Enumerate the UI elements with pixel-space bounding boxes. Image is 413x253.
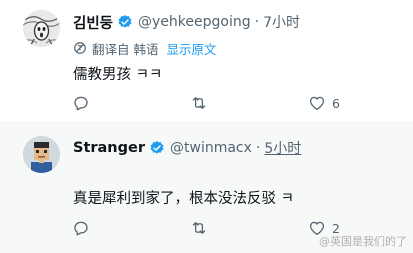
- show-original-link[interactable]: 显示原文: [167, 39, 217, 58]
- separator: ·: [254, 14, 260, 30]
- avatar[interactable]: [23, 10, 60, 47]
- reply-button[interactable]: [72, 93, 96, 113]
- display-name[interactable]: Stranger: [73, 140, 145, 156]
- separator: ·: [255, 140, 261, 156]
- translate-icon: [74, 42, 86, 54]
- like-button[interactable]: 6: [308, 93, 340, 113]
- tweet-header: Stranger @twinmacx · 5小时: [73, 137, 301, 159]
- reply-icon: [74, 96, 88, 111]
- handle[interactable]: @yehkeepgoing: [138, 14, 251, 30]
- source-language: 韩语: [133, 41, 159, 57]
- avatar[interactable]: [23, 136, 60, 173]
- retweet-icon: [192, 222, 206, 234]
- translation-notice: 翻译自 韩语 显示原文: [73, 39, 217, 57]
- tweet-text: 儒教男孩 ㅋㅋ: [73, 67, 163, 83]
- watermark: @英国是我们的了: [319, 235, 407, 248]
- verified-badge-icon: [150, 141, 164, 154]
- like-count: 6: [332, 95, 340, 111]
- like-icon: [309, 96, 325, 111]
- translate-label: 翻译自: [92, 41, 130, 57]
- reply-icon: [74, 221, 88, 236]
- verified-badge-icon: [118, 15, 132, 28]
- tweet-actions: 6: [0, 93, 413, 113]
- tweet-card[interactable]: 김빈둥 @yehkeepgoing · 7小时 翻译自 韩语 显示原文 儒教男孩…: [0, 0, 413, 122]
- reply-button[interactable]: [72, 218, 96, 238]
- display-name[interactable]: 김빈둥: [73, 12, 113, 33]
- retweet-button[interactable]: [190, 218, 214, 238]
- tweet-text: 真是犀利到家了，根本没法反驳 ㅋ: [73, 191, 294, 207]
- retweet-icon: [192, 97, 206, 109]
- handle[interactable]: @twinmacx: [170, 140, 252, 156]
- tweet-header: 김빈둥 @yehkeepgoing · 7小时: [73, 11, 300, 33]
- timestamp[interactable]: 5小时: [264, 138, 301, 158]
- retweet-button[interactable]: [190, 93, 214, 113]
- timestamp[interactable]: 7小时: [263, 12, 300, 32]
